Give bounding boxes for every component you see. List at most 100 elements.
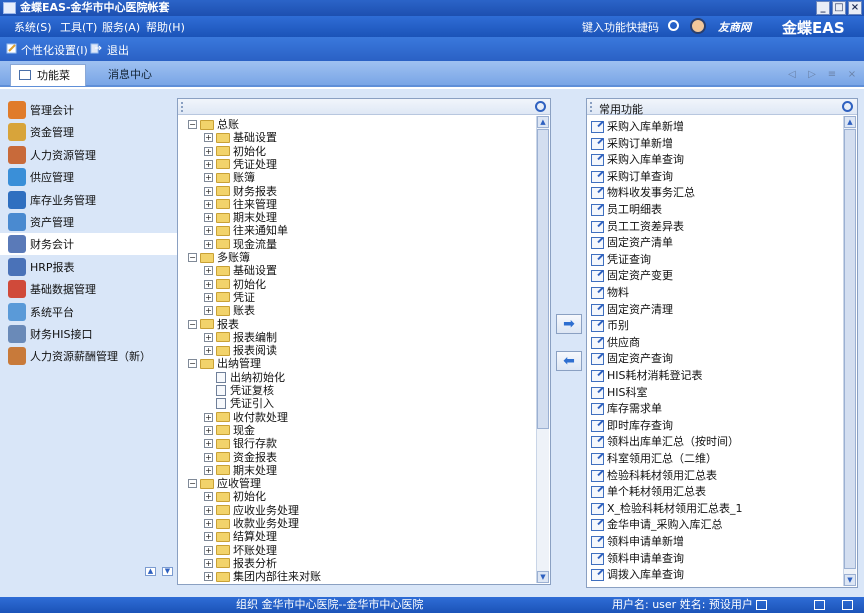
favorite-item[interactable]: 固定资产清理 [591,302,673,318]
tree-scroll-thumb[interactable] [537,129,549,429]
tree-node[interactable]: + 账簿 [204,171,255,184]
favorite-item[interactable]: HIS耗材消耗登记表 [591,368,703,384]
tree-node[interactable]: + 银行存款 [204,437,277,450]
collapse-icon[interactable]: − [188,479,197,489]
tree-node[interactable]: 凭证引入 [204,397,274,410]
search-icon[interactable] [668,20,679,31]
favorite-item[interactable]: 员工明细表 [591,202,662,218]
favorite-item[interactable]: 单个耗材领用汇总表 [591,484,706,500]
portal-logo[interactable]: 友商网 [718,19,751,35]
tree-node[interactable]: + 往来管理 [204,198,277,211]
expand-icon[interactable]: + [204,292,213,302]
tree-scrollbar[interactable]: ▲ ▼ [536,116,549,583]
sidebar-item[interactable]: HRP报表 [0,256,177,278]
expand-icon[interactable]: + [204,226,213,236]
menu-service[interactable]: 服务(A) [102,19,140,35]
tree-node[interactable]: + 财务报表 [204,185,277,198]
collapse-icon[interactable]: − [188,319,197,329]
sidebar-item[interactable]: 库存业务管理 [0,189,177,211]
expand-icon[interactable]: + [204,412,213,422]
sidebar-item[interactable]: 财务HIS接口 [0,323,177,345]
favorites-search-icon[interactable] [842,101,853,112]
favorite-item[interactable]: 物料 [591,285,629,301]
tree-node[interactable]: + 凭证处理 [204,158,277,171]
add-to-favorites-button[interactable]: ➡ [556,314,582,334]
tree-node[interactable]: − 多账簿 [188,251,250,264]
favorite-item[interactable]: 领料申请单新增 [591,534,684,550]
tree-node[interactable]: + 报表编制 [204,331,277,344]
favorite-item[interactable]: 供应商 [591,335,640,351]
next-tab-icon[interactable]: ▷ [806,69,818,81]
expand-icon[interactable]: + [204,492,213,502]
favorite-item[interactable]: 物料收发事务汇总 [591,185,695,201]
expand-icon[interactable]: + [204,199,213,209]
favorites-scroll-thumb[interactable] [844,129,856,569]
tree-node[interactable]: + 报表阅读 [204,344,277,357]
tab-list-icon[interactable]: ≡ [826,69,838,81]
close-button[interactable]: × [848,1,862,15]
monitor-icon[interactable] [842,600,853,610]
menu-tools[interactable]: 工具(T) [60,19,97,35]
tree-node[interactable]: − 出纳管理 [188,357,261,370]
tree-node[interactable]: + 初始化 [204,145,266,158]
expand-icon[interactable]: + [204,505,213,515]
tree-node[interactable]: + 集团内部往来对账 [204,570,321,583]
favorite-item[interactable]: 员工工资差异表 [591,219,684,235]
tree-node[interactable]: + 往来通知单 [204,224,288,237]
tree-node[interactable]: + 期末处理 [204,211,277,224]
tree-search-icon[interactable] [535,101,546,112]
tree-node[interactable]: + 初始化 [204,490,266,503]
favorite-item[interactable]: 币别 [591,318,629,334]
favorite-item[interactable]: 科室领用汇总（二维） [591,451,717,467]
favorite-item[interactable]: 固定资产查询 [591,351,673,367]
prev-tab-icon[interactable]: ◁ [786,69,798,81]
favorite-item[interactable]: 检验科耗材领用汇总表 [591,468,717,484]
menu-system[interactable]: 系统(S) [14,19,52,35]
expand-icon[interactable]: + [204,532,213,542]
expand-icon[interactable]: + [204,452,213,462]
expand-icon[interactable]: + [204,279,213,289]
maximize-button[interactable]: □ [832,1,846,15]
favorite-item[interactable]: HIS科室 [591,385,648,401]
tree-node[interactable]: − 报表 [188,318,239,331]
remove-from-favorites-button[interactable]: ⬅ [556,351,582,371]
favorite-item[interactable]: 调拨入库单查询 [591,567,684,583]
expand-icon[interactable]: + [204,425,213,435]
tree-node[interactable]: + 基础设置 [204,264,277,277]
expand-icon[interactable]: + [204,439,213,449]
tree-node[interactable]: + 坏账处理 [204,544,277,557]
favorite-item[interactable]: 采购订单查询 [591,169,673,185]
tree-node[interactable]: + 现金流量 [204,238,277,251]
favorite-item[interactable]: 采购订单新增 [591,136,673,152]
sidebar-scroll-up[interactable]: ▲ [145,567,156,576]
expand-icon[interactable]: + [204,173,213,183]
favorites-scroll-up[interactable]: ▲ [844,116,856,128]
tree-node[interactable]: 出纳初始化 [204,371,285,384]
tree-scroll-down[interactable]: ▼ [537,571,549,583]
tree-node[interactable]: + 凭证 [204,291,255,304]
tree-node[interactable]: − 总账 [188,118,239,131]
tree-node[interactable]: 凭证复核 [204,384,274,397]
sidebar-item[interactable]: 系统平台 [0,301,177,323]
expand-icon[interactable]: + [204,133,213,143]
collapse-icon[interactable]: − [188,359,197,369]
calendar-icon[interactable] [756,600,767,610]
expand-icon[interactable]: + [204,545,213,555]
close-tab-icon[interactable]: × [846,69,858,81]
expand-icon[interactable]: + [204,465,213,475]
favorite-item[interactable]: 固定资产变更 [591,268,673,284]
tree-node[interactable]: + 资金报表 [204,451,277,464]
expand-icon[interactable]: + [204,558,213,568]
user-icon[interactable] [690,18,706,34]
tree-node[interactable]: + 现金 [204,424,255,437]
expand-icon[interactable]: + [204,239,213,249]
sidebar-item[interactable]: 人力资源薪酬管理（新） [0,345,177,367]
collapse-icon[interactable]: − [188,120,197,129]
tab-function-menu[interactable]: 功能菜单 [10,64,86,104]
sidebar-item[interactable]: 基础数据管理 [0,278,177,300]
expand-icon[interactable]: + [204,572,213,582]
tree-node[interactable]: + 初始化 [204,278,266,291]
tree-scroll-up[interactable]: ▲ [537,116,549,128]
expand-icon[interactable]: + [204,332,213,342]
sidebar-item[interactable]: 资金管理 [0,121,177,143]
